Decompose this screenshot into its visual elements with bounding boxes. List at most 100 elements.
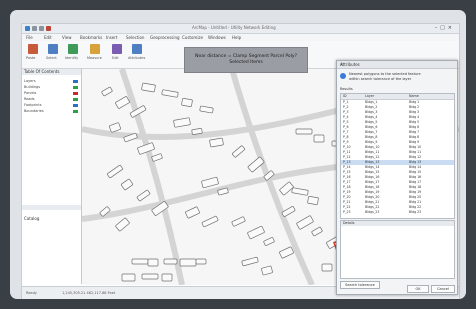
building-footprint[interactable] bbox=[173, 117, 191, 128]
building-footprint[interactable] bbox=[161, 89, 179, 98]
table-cell-id: P_11 bbox=[343, 150, 351, 154]
building-footprint[interactable] bbox=[115, 217, 130, 232]
results-table[interactable]: ID Layer Name P_1 Bldgs_1 Bldg 1 P_2 Bldgs_2… bbox=[340, 93, 455, 219]
toc-layer-row[interactable]: Boundaries bbox=[24, 109, 44, 113]
building-footprint[interactable] bbox=[321, 263, 333, 272]
paste-icon[interactable] bbox=[28, 44, 38, 54]
menu-edit[interactable]: Edit bbox=[44, 35, 52, 40]
ok-button[interactable]: OK bbox=[407, 285, 429, 293]
redo-icon[interactable] bbox=[46, 26, 51, 31]
building-footprint[interactable] bbox=[279, 181, 294, 196]
building-footprint[interactable] bbox=[199, 105, 214, 114]
menu-view[interactable]: View bbox=[62, 35, 72, 40]
table-cell-layer: Bldgs_2 bbox=[365, 105, 378, 109]
table-cell-id: P_13 bbox=[343, 160, 351, 164]
attributes-dialog[interactable]: Attributes × Nearest polygons to the sel… bbox=[336, 60, 458, 295]
building-footprint[interactable] bbox=[147, 258, 159, 267]
dialog-info: Nearest polygons to the selected feature… bbox=[340, 71, 453, 85]
results-label: Results bbox=[340, 87, 353, 91]
column-name[interactable]: Name bbox=[409, 94, 419, 98]
toc-layer-row[interactable]: Layers bbox=[24, 79, 36, 83]
building-footprint[interactable] bbox=[241, 256, 259, 267]
table-cell-name: Bldg 8 bbox=[409, 135, 420, 139]
table-row[interactable]: P_23 Bldgs_23 Bldg 23 bbox=[341, 210, 454, 215]
building-footprint[interactable] bbox=[201, 215, 219, 228]
toc-layer-row[interactable]: Roads bbox=[24, 97, 35, 101]
building-footprint[interactable] bbox=[109, 122, 121, 133]
toc-layer-row[interactable]: Buildings bbox=[24, 85, 40, 89]
building-footprint[interactable] bbox=[179, 258, 197, 267]
building-footprint[interactable] bbox=[291, 187, 309, 196]
building-footprint[interactable] bbox=[296, 215, 314, 230]
close-icon[interactable]: × bbox=[340, 62, 454, 67]
building-footprint[interactable] bbox=[141, 273, 159, 280]
table-cell-name: Bldg 21 bbox=[409, 200, 422, 204]
building-footprint[interactable] bbox=[185, 206, 200, 219]
menu-customize[interactable]: Customize bbox=[182, 35, 203, 40]
building-footprint[interactable] bbox=[121, 273, 136, 282]
toc-layer-row[interactable]: Footprints bbox=[24, 103, 42, 107]
building-footprint[interactable] bbox=[307, 195, 319, 206]
select-label: Select bbox=[46, 56, 57, 60]
search-tolerance-field[interactable]: Search tolerance bbox=[340, 281, 380, 289]
undo-icon[interactable] bbox=[39, 26, 44, 31]
menu-file[interactable]: File bbox=[26, 35, 33, 40]
table-cell-id: P_6 bbox=[343, 125, 349, 129]
building-footprint[interactable] bbox=[313, 134, 325, 143]
building-footprint[interactable] bbox=[131, 258, 149, 265]
building-footprint[interactable] bbox=[120, 178, 134, 191]
menu-help[interactable]: Help bbox=[232, 35, 241, 40]
building-footprint[interactable] bbox=[247, 225, 265, 240]
building-footprint[interactable] bbox=[311, 226, 323, 237]
building-footprint[interactable] bbox=[209, 137, 224, 148]
building-footprint[interactable] bbox=[161, 273, 173, 282]
building-footprint[interactable] bbox=[151, 153, 163, 162]
building-footprint[interactable] bbox=[261, 265, 273, 276]
menu-insert[interactable]: Insert bbox=[106, 35, 117, 40]
column-id[interactable]: ID bbox=[343, 94, 347, 98]
building-footprint[interactable] bbox=[107, 164, 123, 179]
menu-bar: File Edit View Bookmarks Insert Selectio… bbox=[22, 34, 459, 41]
table-cell-layer: Bldgs_23 bbox=[365, 210, 380, 214]
measure-icon[interactable] bbox=[90, 44, 100, 54]
select-icon[interactable] bbox=[48, 44, 58, 54]
building-footprint[interactable] bbox=[163, 258, 178, 265]
building-footprint[interactable] bbox=[141, 82, 156, 93]
table-cell-layer: Bldgs_20 bbox=[365, 195, 380, 199]
table-cell-id: P_9 bbox=[343, 140, 349, 144]
building-footprint[interactable] bbox=[181, 97, 193, 108]
table-cell-layer: Bldgs_16 bbox=[365, 175, 380, 179]
menu-bookmarks[interactable]: Bookmarks bbox=[80, 35, 102, 40]
building-footprint[interactable] bbox=[263, 237, 275, 246]
building-footprint[interactable] bbox=[195, 258, 207, 265]
building-footprint[interactable] bbox=[279, 246, 294, 259]
column-layer[interactable]: Layer bbox=[365, 94, 374, 98]
building-footprint[interactable] bbox=[136, 189, 151, 202]
menu-selection[interactable]: Selection bbox=[126, 35, 144, 40]
menu-geoprocessing[interactable]: Geoprocessing bbox=[150, 35, 180, 40]
toc-layer-row[interactable]: Parcels bbox=[24, 91, 36, 95]
building-footprint[interactable] bbox=[281, 206, 296, 217]
table-cell-name: Bldg 15 bbox=[409, 170, 422, 174]
cancel-button[interactable]: Cancel bbox=[431, 285, 455, 293]
info-line-1: Nearest polygons to the selected feature bbox=[349, 72, 421, 76]
building-footprint[interactable] bbox=[101, 86, 113, 97]
building-footprint[interactable] bbox=[231, 145, 246, 158]
building-footprint[interactable] bbox=[115, 96, 130, 109]
attributes-icon[interactable] bbox=[132, 44, 142, 54]
table-cell-id: P_17 bbox=[343, 180, 351, 184]
table-cell-id: P_7 bbox=[343, 130, 349, 134]
building-footprint[interactable] bbox=[295, 128, 313, 135]
table-cell-id: P_2 bbox=[343, 105, 349, 109]
app-icon bbox=[25, 26, 30, 31]
dialog-title-bar[interactable]: Attributes × bbox=[337, 61, 457, 69]
table-cell-layer: Bldgs_17 bbox=[365, 180, 380, 184]
window-controls[interactable]: –□× bbox=[435, 25, 455, 31]
menu-windows[interactable]: Windows bbox=[208, 35, 226, 40]
building-footprint[interactable] bbox=[201, 176, 219, 189]
identify-icon[interactable] bbox=[68, 44, 78, 54]
edit-icon[interactable] bbox=[112, 44, 122, 54]
catalog-label: Catalog bbox=[24, 216, 40, 221]
building-footprint[interactable] bbox=[231, 216, 246, 227]
save-icon[interactable] bbox=[32, 26, 37, 31]
